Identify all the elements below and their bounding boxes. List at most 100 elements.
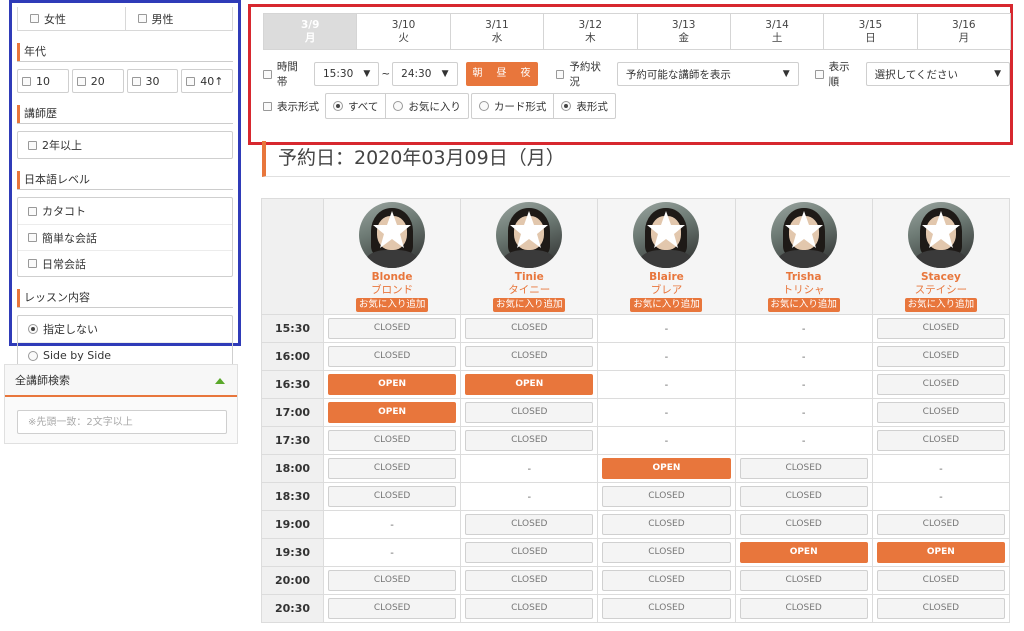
slot-cell: CLOSED [871, 342, 1011, 371]
closed-slot-button: CLOSED [876, 402, 1005, 423]
teacher-avatar[interactable] [496, 202, 563, 268]
teacher-name[interactable]: Blaire [598, 271, 734, 283]
teacher-avatar[interactable] [359, 202, 426, 268]
view-card-option[interactable]: カード形式 [472, 94, 554, 118]
filter-sidebar-inner: 女性 男性 年代 10 20 30 40↑ 講師歴 2年以上 日本語レベル カタ… [17, 7, 233, 369]
day-tab-0316[interactable]: 3/16 月 [916, 14, 1010, 49]
booking-status-value: 予約可能な講師を表示 [625, 68, 731, 81]
teacher-search-input[interactable] [17, 410, 227, 434]
time-slot-label: 17:00 [261, 398, 324, 427]
schedule-filter-panel: 3/9 月 3/10 火 3/11 水 3/12 木 3/13 金 3/14 土 3/15 日… [248, 4, 1013, 145]
day-tab-0309[interactable]: 3/9 月 [264, 14, 357, 49]
view-mode-toggle: カード形式 表形式 [470, 93, 616, 119]
age-option-label: 20 [90, 74, 105, 88]
open-slot-button[interactable]: OPEN [739, 542, 868, 563]
day-tab-0313[interactable]: 3/13 金 [636, 14, 730, 49]
age-option-20[interactable]: 20 [71, 69, 124, 93]
japanese-filter: カタコト 簡単な会話 日常会話 [17, 197, 233, 277]
teacher-avatar[interactable] [907, 202, 974, 268]
radio-icon[interactable] [393, 101, 404, 111]
day-tab-0315[interactable]: 3/15 日 [823, 14, 916, 49]
japanese-option-simple[interactable]: 簡単な会話 [18, 224, 232, 250]
booking-status-select[interactable]: 予約可能な講師を表示 ▼ [616, 62, 799, 86]
time-to-select[interactable]: 24:30 ▼ [392, 62, 458, 86]
time-to-value: 24:30 [401, 68, 432, 80]
checkbox-icon[interactable] [814, 69, 824, 79]
checkbox-icon[interactable] [263, 101, 272, 111]
teacher-name[interactable]: Stacey [873, 271, 1009, 283]
radio-icon[interactable] [28, 350, 38, 361]
morning-button[interactable]: 朝 [466, 62, 490, 86]
age-option-30[interactable]: 30 [126, 69, 179, 93]
add-favorite-button[interactable]: お気に入り追加 [493, 298, 566, 312]
star-mask-icon [646, 210, 686, 250]
checkbox-icon[interactable] [28, 259, 37, 268]
teacher-name[interactable]: Tinie [461, 271, 597, 283]
day-tab-0310[interactable]: 3/10 火 [356, 14, 449, 49]
noon-button[interactable]: 昼 [490, 62, 514, 86]
teacher-column-header: Blaire ブレア お気に入り追加 [597, 198, 736, 315]
checkbox-icon[interactable] [263, 69, 272, 79]
checkbox-icon[interactable] [186, 76, 196, 86]
teacher-name[interactable]: Blonde [324, 271, 460, 283]
open-slot-button[interactable]: OPEN [876, 542, 1005, 563]
gender-filter: 女性 男性 [17, 7, 233, 31]
collapse-triangle-icon[interactable] [215, 378, 225, 384]
add-favorite-button[interactable]: お気に入り追加 [904, 298, 977, 312]
star-mask-icon [509, 210, 549, 250]
teacher-search-header[interactable]: 全講師検索 [5, 365, 237, 397]
add-favorite-button[interactable]: お気に入り追加 [630, 298, 703, 312]
day-tab-0314[interactable]: 3/14 土 [729, 14, 823, 49]
star-mask-icon [372, 210, 412, 250]
lesson-option-any[interactable]: 指定しない [18, 316, 232, 342]
open-slot-button[interactable]: OPEN [328, 402, 457, 423]
closed-slot-button: CLOSED [465, 542, 594, 563]
checkbox-icon[interactable] [28, 140, 37, 150]
radio-selected-icon[interactable] [28, 324, 38, 334]
checkbox-icon[interactable] [22, 76, 31, 86]
open-slot-button[interactable]: OPEN [602, 458, 731, 479]
gender-female-option[interactable]: 女性 [18, 7, 125, 30]
unavailable-slot: - [664, 408, 669, 419]
checkbox-icon[interactable] [28, 233, 37, 242]
add-favorite-button[interactable]: お気に入り追加 [356, 298, 429, 312]
night-button[interactable]: 夜 [514, 62, 538, 86]
time-from-select[interactable]: 15:30 ▼ [313, 62, 380, 86]
japanese-option-katakoto[interactable]: カタコト [18, 198, 232, 224]
slot-cell: - [597, 398, 736, 427]
checkbox-icon[interactable] [131, 76, 141, 86]
radio-selected-icon[interactable] [333, 101, 343, 111]
open-slot-button[interactable]: OPEN [328, 374, 457, 395]
time-slot-label: 20:30 [261, 594, 324, 623]
open-slot-button[interactable]: OPEN [465, 374, 594, 395]
time-range-label: 時間帯 [276, 61, 298, 88]
display-all-option[interactable]: すべて [326, 94, 385, 118]
slot-cell: CLOSED [460, 594, 599, 623]
teacher-avatar[interactable] [633, 202, 700, 268]
display-favorites-option[interactable]: お気に入り [385, 94, 468, 118]
radio-selected-icon[interactable] [561, 101, 572, 111]
view-table-option[interactable]: 表形式 [553, 94, 615, 118]
checkbox-icon[interactable] [28, 206, 37, 216]
checkbox-icon[interactable] [30, 14, 39, 23]
teacher-name[interactable]: Trisha [736, 271, 872, 283]
radio-icon[interactable] [478, 101, 489, 111]
age-option-40[interactable]: 40↑ [181, 69, 233, 93]
slot-cell: CLOSED [871, 510, 1011, 539]
closed-slot-button: CLOSED [876, 598, 1005, 619]
teacher-avatar[interactable] [770, 202, 837, 268]
japanese-option-daily[interactable]: 日常会話 [18, 250, 232, 276]
add-favorite-button[interactable]: お気に入り追加 [767, 298, 840, 312]
slot-cell: CLOSED [460, 538, 599, 567]
closed-slot-button: CLOSED [739, 486, 868, 507]
checkbox-icon[interactable] [555, 69, 565, 79]
age-option-10[interactable]: 10 [17, 69, 69, 93]
day-tab-0312[interactable]: 3/12 木 [543, 14, 636, 49]
experience-option-2y[interactable]: 2年以上 [18, 132, 232, 158]
slot-cell: CLOSED [460, 314, 599, 343]
day-tab-0311[interactable]: 3/11 水 [449, 14, 543, 49]
sort-order-select[interactable]: 選択してください ▼ [865, 62, 1010, 86]
gender-male-option[interactable]: 男性 [124, 7, 233, 30]
checkbox-icon[interactable] [137, 14, 147, 23]
checkbox-icon[interactable] [76, 76, 86, 86]
